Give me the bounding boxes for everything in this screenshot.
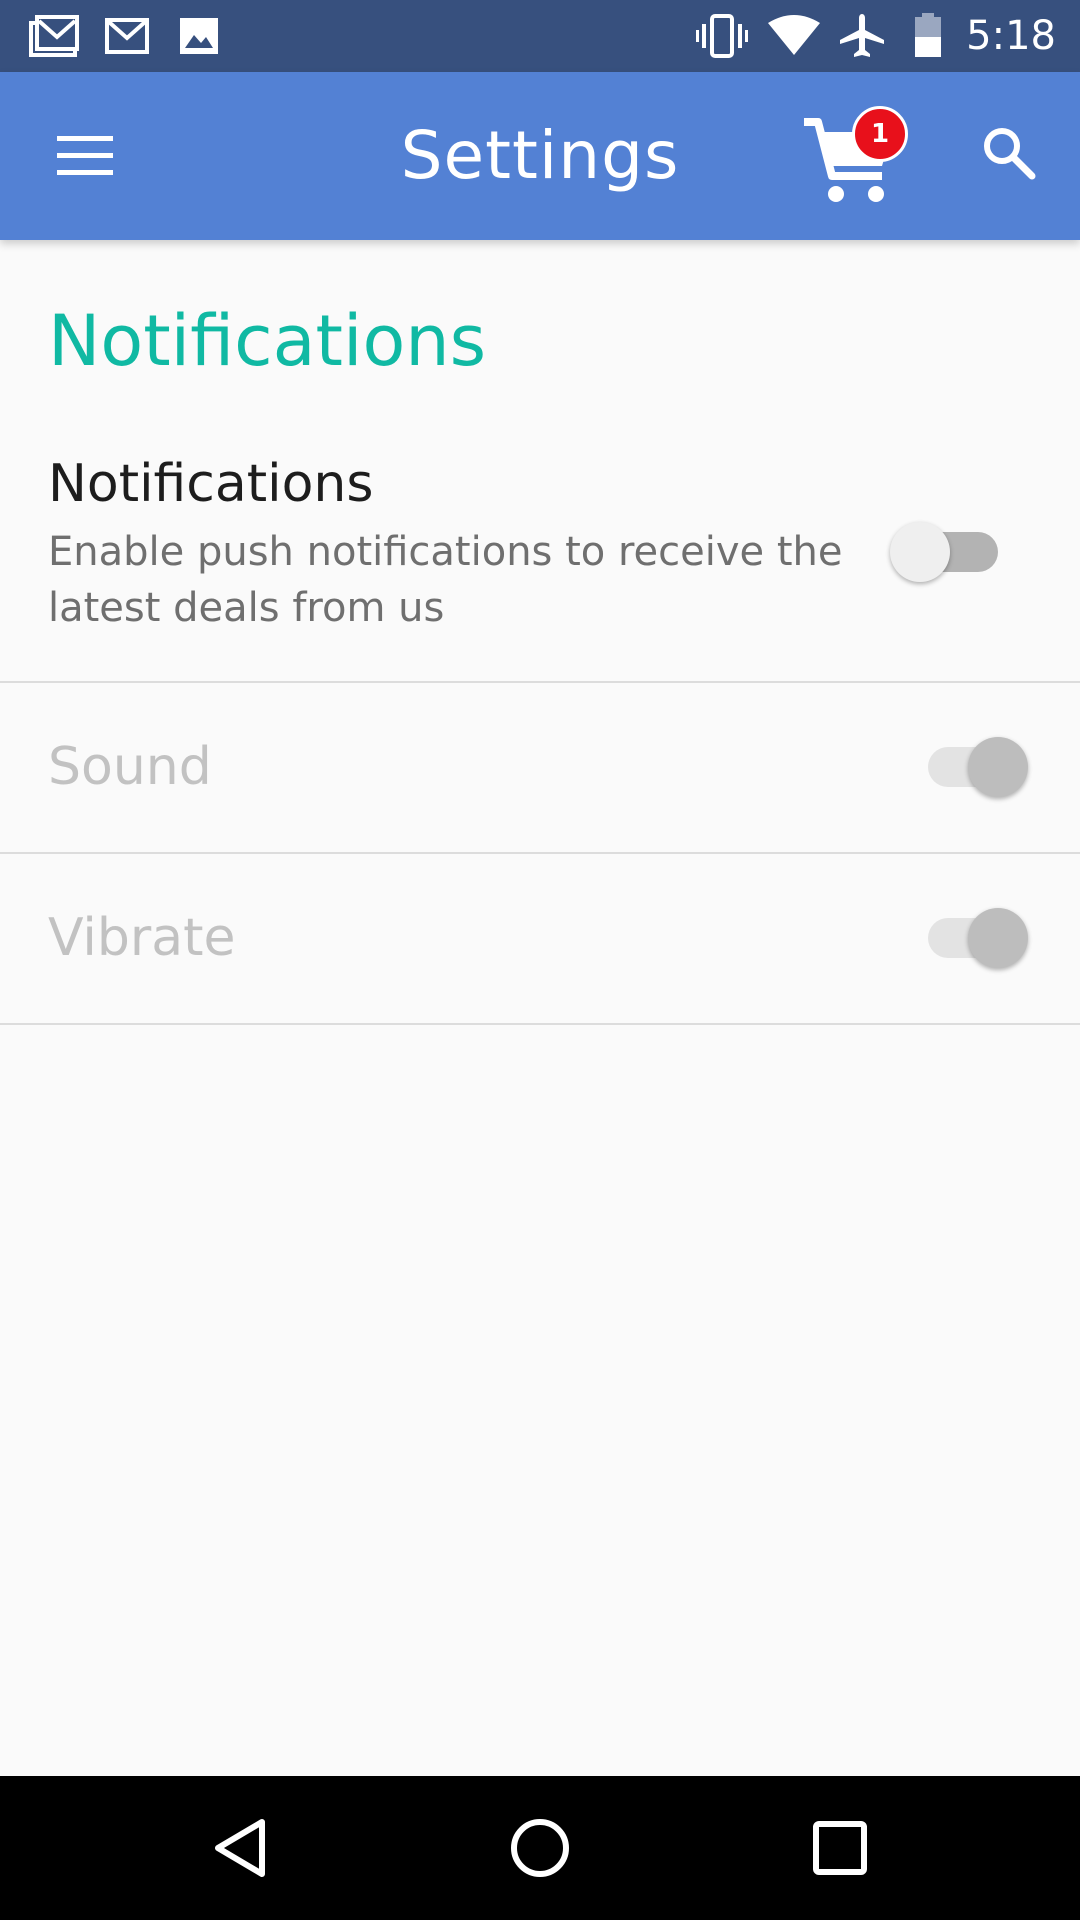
setting-row-notifications[interactable]: Notifications Enable push notifications …: [0, 440, 1080, 680]
toggle-thumb: [968, 737, 1028, 797]
home-icon: [511, 1819, 569, 1877]
setting-row-sound[interactable]: Sound: [0, 683, 1080, 851]
section-header: Notifications: [48, 300, 487, 382]
recents-icon: [813, 1821, 867, 1875]
setting-title: Sound: [48, 737, 212, 797]
home-button[interactable]: [460, 1776, 620, 1920]
menu-button[interactable]: [40, 116, 130, 196]
setting-description: Enable push notifications to receive the…: [48, 529, 843, 631]
recents-button[interactable]: [760, 1776, 920, 1920]
vibrate-icon: [692, 0, 752, 72]
battery-icon: [908, 0, 948, 72]
back-icon: [215, 1819, 265, 1877]
airplane-icon: [834, 0, 890, 72]
back-button[interactable]: [160, 1776, 320, 1920]
search-button[interactable]: [968, 112, 1048, 192]
setting-title: Notifications: [48, 454, 374, 514]
divider: [0, 1023, 1080, 1025]
vibrate-toggle[interactable]: [920, 896, 1030, 968]
image-icon: [176, 0, 222, 72]
sound-toggle[interactable]: [920, 725, 1030, 797]
toggle-thumb: [968, 908, 1028, 968]
search-icon: [984, 128, 1036, 180]
setting-title: Vibrate: [48, 908, 236, 968]
status-bar: 5:18: [0, 0, 1080, 72]
menu-icon: [57, 136, 113, 175]
setting-row-vibrate[interactable]: Vibrate: [0, 854, 1080, 1022]
app-bar: Settings: [0, 72, 1080, 240]
cart-count-badge: 1: [852, 106, 908, 162]
gmail-icon: [26, 0, 82, 72]
notifications-toggle[interactable]: [890, 510, 1010, 582]
toggle-thumb: [890, 522, 950, 582]
wifi-icon: [764, 0, 824, 72]
mail-icon: [102, 0, 152, 72]
status-time: 5:18: [966, 13, 1056, 59]
navigation-bar: [0, 1776, 1080, 1920]
